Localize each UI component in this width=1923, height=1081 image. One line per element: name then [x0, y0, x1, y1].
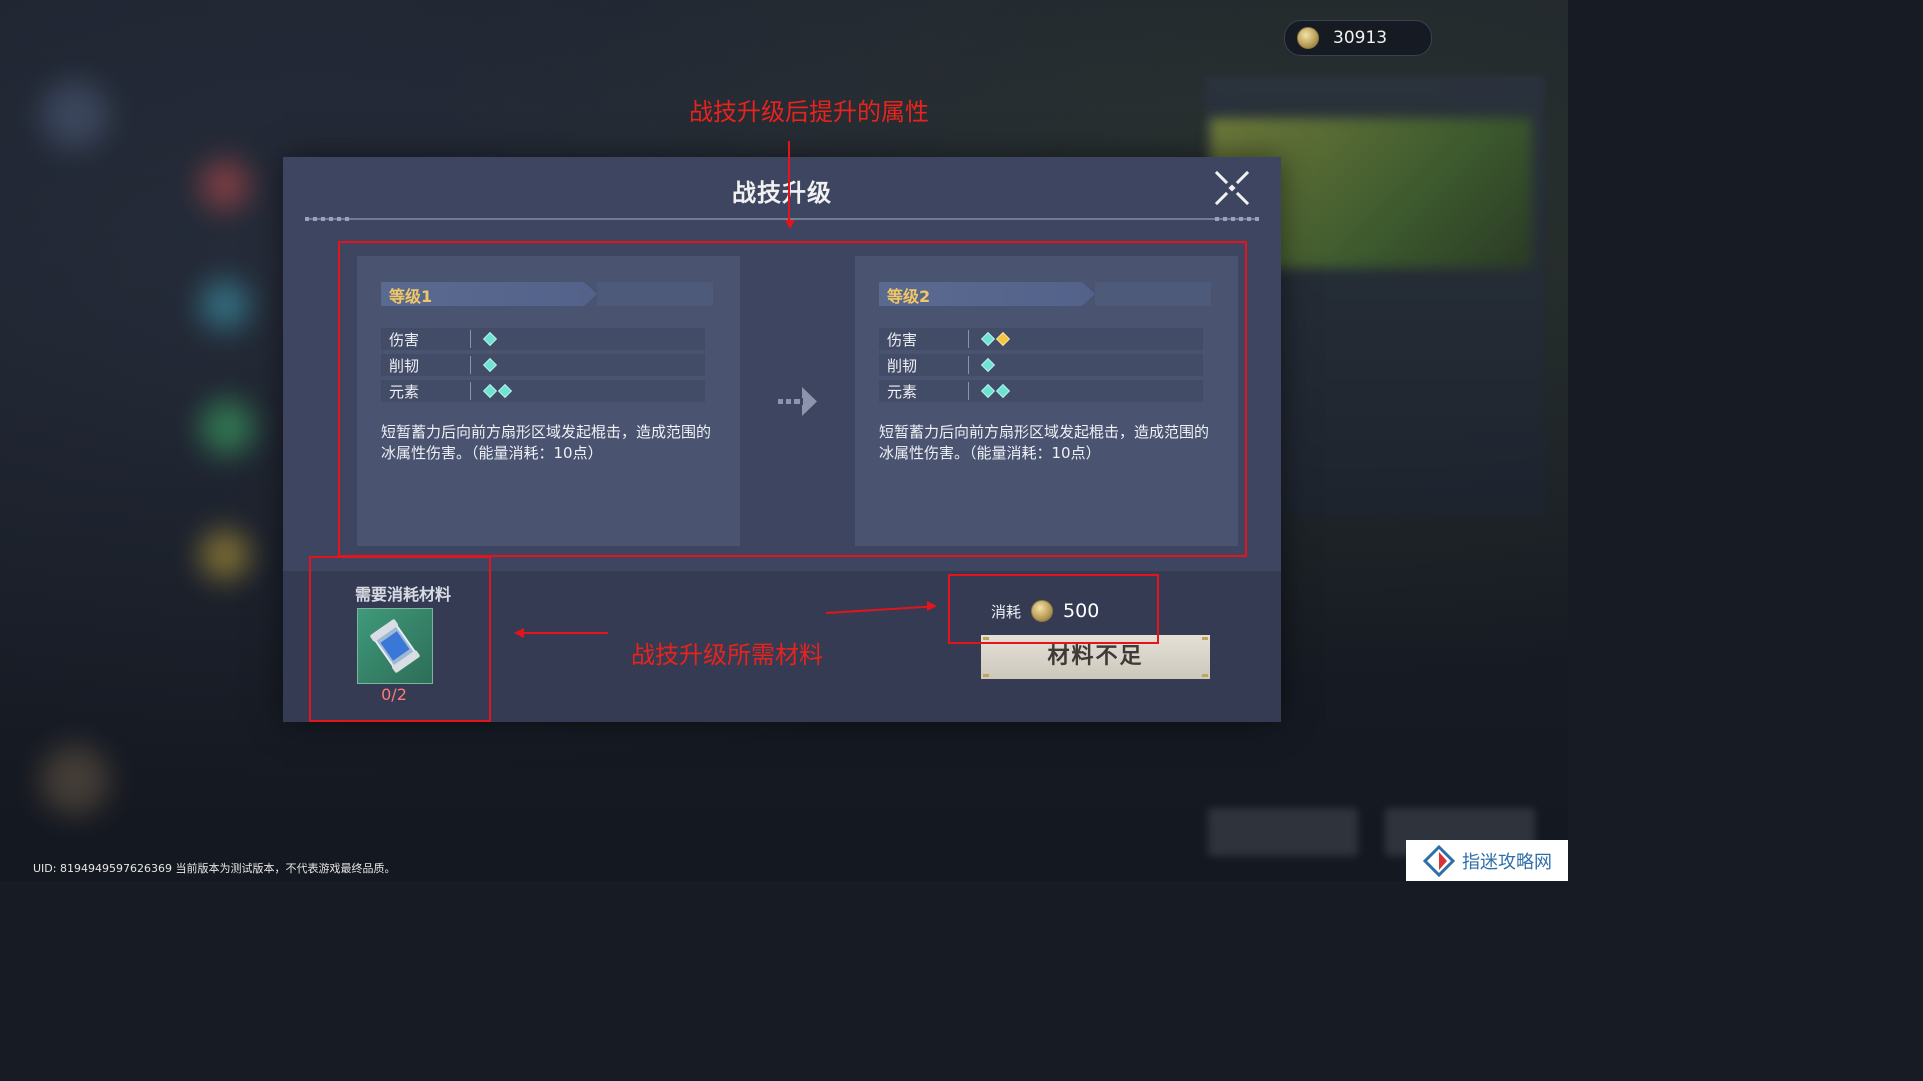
annotation-attributes: 战技升级后提升的属性 [689, 98, 929, 126]
bg-blur [200, 530, 250, 580]
bg-blur [40, 745, 110, 815]
currency-amount: 30913 [1333, 28, 1388, 48]
divider-dots [1215, 217, 1259, 221]
annotation-arrowhead [927, 601, 937, 611]
uid-disclaimer: UID: 8194949597626369 当前版本为测试版本，不代表游戏最终品… [33, 862, 396, 875]
currency-display: 30913 [1284, 20, 1432, 56]
annotation-materials: 战技升级所需材料 [631, 641, 823, 669]
button-corner [1202, 674, 1208, 677]
close-button[interactable] [1213, 169, 1251, 207]
dialog-title: 战技升级 [732, 179, 832, 207]
annotation-arrowhead [514, 628, 524, 638]
annotation-box-levels [338, 241, 1247, 557]
title-divider [305, 217, 1259, 221]
button-corner [1202, 637, 1208, 640]
upgrade-button-label: 材料不足 [1047, 644, 1144, 669]
bg-blur [40, 80, 110, 150]
close-icon [1214, 170, 1250, 206]
bg-button [1208, 808, 1358, 856]
annotation-box-cost [948, 574, 1159, 644]
divider-dots [305, 217, 349, 221]
annotation-arrowhead [785, 220, 795, 229]
bg-blur [200, 400, 255, 455]
watermark-text: 指迷攻略网 [1462, 851, 1552, 873]
watermark-logo-icon [1422, 844, 1456, 877]
bg-blur [200, 280, 250, 330]
annotation-arrow-line [788, 141, 790, 225]
annotation-arrow-line [524, 632, 608, 634]
bg-blur [200, 160, 250, 210]
site-watermark: 指迷攻略网 [1406, 840, 1568, 881]
gold-coin-icon [1297, 27, 1319, 49]
annotation-box-materials [309, 556, 491, 722]
button-corner [983, 674, 989, 677]
